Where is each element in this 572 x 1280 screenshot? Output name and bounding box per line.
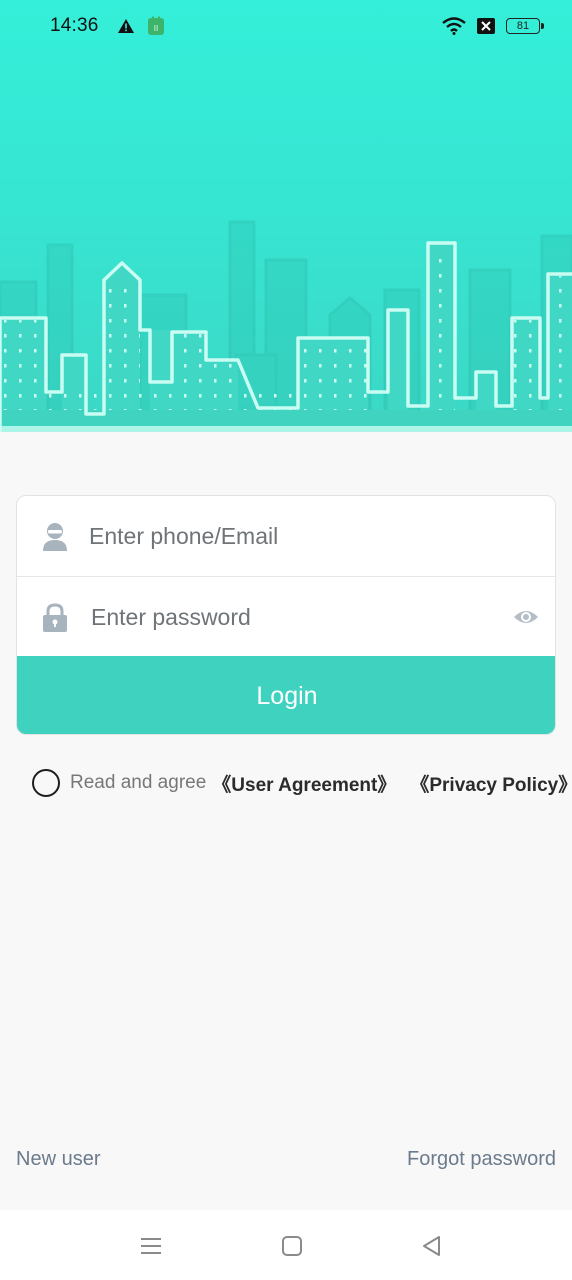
status-bar: 14:36 ll 81 — [0, 0, 572, 52]
footer-links: New user Forgot password — [16, 1148, 556, 1171]
back-icon[interactable] — [420, 1234, 444, 1258]
city-skyline-illustration — [0, 220, 572, 432]
battery-icon: 81 — [506, 18, 544, 34]
password-input[interactable] — [91, 597, 491, 637]
agreement-row: Read and agree 《User Agreement》 《Privacy… — [32, 768, 572, 798]
privacy-policy-link[interactable]: 《Privacy Policy》 — [410, 770, 572, 797]
forgot-password-link[interactable]: Forgot password — [407, 1148, 556, 1171]
login-button[interactable]: Login — [17, 656, 555, 734]
agree-label: Read and agree — [70, 772, 207, 793]
login-form: Login — [16, 495, 556, 735]
system-navigation-bar — [0, 1210, 572, 1280]
warning-icon — [117, 19, 134, 33]
battery-level: 81 — [516, 20, 530, 32]
user-agreement-link[interactable]: 《User Agreement》 — [212, 770, 396, 797]
no-sim-icon — [477, 18, 495, 34]
phone-email-input[interactable] — [89, 516, 489, 556]
wifi-icon — [442, 17, 466, 35]
user-icon — [43, 523, 67, 551]
agree-radio[interactable] — [32, 769, 60, 797]
menu-icon[interactable] — [139, 1234, 163, 1258]
status-time: 14:36 — [50, 15, 99, 36]
svg-text:ll: ll — [153, 24, 157, 33]
home-icon[interactable] — [280, 1234, 304, 1258]
phone-email-row — [17, 496, 555, 576]
lock-icon — [43, 603, 67, 632]
hero-banner: 14:36 ll 81 — [0, 0, 572, 432]
app-notification-icon: ll — [147, 16, 164, 35]
eye-icon[interactable] — [513, 607, 539, 627]
password-row — [17, 576, 555, 656]
new-user-link[interactable]: New user — [16, 1148, 100, 1171]
